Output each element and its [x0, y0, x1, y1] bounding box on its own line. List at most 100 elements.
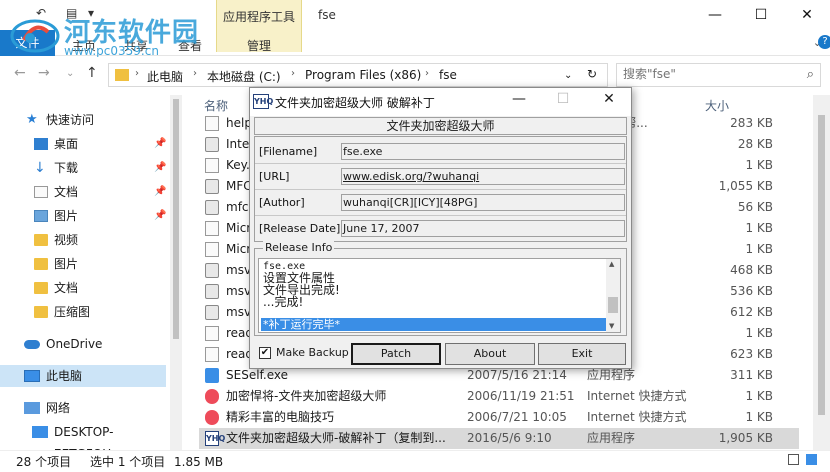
file-size: 1,055 KB	[718, 179, 773, 193]
nav-downloads[interactable]: ↓ 下载 📌	[0, 157, 166, 179]
log-line-selected[interactable]: *补丁运行完毕*	[261, 318, 609, 331]
table-row[interactable]: YHQ 文件夹加密超级大师-破解补丁（复制到... 2016/5/6 9:10 应用程…	[199, 428, 799, 449]
release-date-label: [Release Date]	[259, 222, 341, 235]
scroll-thumb[interactable]	[173, 99, 179, 339]
minimize-button[interactable]: —	[692, 0, 738, 30]
about-button[interactable]: About	[445, 343, 535, 365]
scroll-down-icon[interactable]: ▼	[609, 322, 614, 330]
table-row[interactable]: 加密悍将-文件夹加密超级大师 2006/11/19 21:51 Internet 快…	[199, 386, 799, 407]
refresh-icon[interactable]: ↻	[587, 67, 597, 81]
nav-pictures[interactable]: 图片 📌	[0, 205, 166, 227]
breadcrumb-fse[interactable]: fse	[439, 68, 457, 82]
selected-size: 1.85 MB	[174, 455, 224, 469]
scroll-thumb[interactable]	[818, 115, 825, 415]
context-tab-group-label: 应用程序工具	[222, 10, 295, 24]
file-size: 623 KB	[730, 347, 773, 361]
nav-documents-folder[interactable]: 文档	[0, 277, 166, 299]
dialog-close-button[interactable]: ✕	[594, 91, 624, 107]
nav-desktop-computer[interactable]: DESKTOP-7ETGFQH	[0, 421, 166, 450]
nav-label: DESKTOP-7ETGFQH	[54, 425, 114, 450]
nav-videos[interactable]: 视频	[0, 229, 166, 251]
recent-locations-icon[interactable]: ⌄	[66, 68, 74, 79]
address-dropdown-icon[interactable]: ⌄	[564, 70, 572, 81]
scroll-thumb[interactable]	[608, 297, 618, 313]
file-size: 1,905 KB	[718, 431, 773, 445]
file-name: msv	[226, 284, 252, 298]
nav-quick-access[interactable]: ★ 快速访问	[0, 109, 166, 131]
nav-label: 文档	[54, 185, 79, 199]
forward-icon[interactable]: →	[38, 65, 50, 81]
nav-label: 图片	[54, 209, 79, 223]
address-row: ← → ⌄ ↑ › 此电脑 › 本地磁盘 (C:) › Program File…	[0, 57, 830, 91]
file-size: 1 KB	[745, 158, 773, 172]
network-icon	[24, 402, 40, 414]
status-bar: 28 个项目 选中 1 个项目 1.85 MB	[0, 450, 830, 472]
help-icon[interactable]: ?	[818, 35, 830, 49]
nav-scrollbar[interactable]	[170, 95, 182, 450]
breadcrumb-separator[interactable]: ›	[425, 68, 429, 79]
watermark-logo-icon	[10, 19, 60, 53]
exit-button[interactable]: Exit	[538, 343, 626, 365]
column-header-name[interactable]: 名称	[204, 97, 228, 114]
folder-icon	[115, 69, 129, 81]
patch-button[interactable]: Patch	[351, 343, 441, 365]
nav-label: 压缩图	[54, 305, 91, 319]
url-link[interactable]: www.edisk.org/?wuhanqi	[341, 168, 625, 185]
application-icon	[205, 368, 219, 383]
release-info-log[interactable]: fse.exe 设置文件属性 文件导出完成! ...完成! *补丁运行完毕* ▲…	[258, 258, 621, 333]
breadcrumb-program-files[interactable]: Program Files (x86)	[305, 68, 421, 82]
make-backup-checkbox[interactable]: ✔	[259, 347, 271, 359]
file-size: 1 KB	[745, 242, 773, 256]
pin-icon[interactable]: 📌	[154, 133, 166, 155]
context-tab-group: 应用程序工具 管理	[216, 0, 302, 54]
watermark-url: www.pc0359.cn	[64, 44, 159, 58]
maximize-button[interactable]: ☐	[738, 0, 784, 30]
pin-icon[interactable]: 📌	[154, 205, 166, 227]
pin-icon[interactable]: 📌	[154, 181, 166, 203]
file-name: 加密悍将-文件夹加密超级大师	[226, 389, 387, 403]
log-scrollbar[interactable]: ▲ ▼	[606, 259, 620, 332]
search-box[interactable]: ⌕	[616, 63, 821, 87]
nav-compressed[interactable]: 压缩图	[0, 301, 166, 323]
address-bar[interactable]: › 此电脑 › 本地磁盘 (C:) › Program Files (x86) …	[108, 63, 608, 87]
up-icon[interactable]: ↑	[86, 65, 98, 81]
column-header-size[interactable]: 大小	[705, 97, 729, 114]
search-icon: ⌕	[806, 67, 814, 82]
file-size: 612 KB	[730, 305, 773, 319]
file-date: 2016/5/6 9:10	[467, 431, 552, 445]
search-input[interactable]	[623, 67, 793, 81]
app-logo-icon: YHQ	[253, 94, 273, 109]
close-button[interactable]: ✕	[784, 0, 830, 30]
scroll-up-icon[interactable]: ▲	[609, 260, 614, 268]
table-row[interactable]: 精彩丰富的电脑技巧 2006/7/21 10:05 Internet 快捷方式 1 K…	[199, 407, 799, 428]
release-info-group: Release Info fse.exe 设置文件属性 文件导出完成! ...完…	[254, 241, 627, 336]
nav-label: 网络	[46, 401, 71, 415]
nav-this-pc[interactable]: 此电脑	[0, 365, 166, 387]
file-name: msv	[226, 263, 252, 277]
breadcrumb-separator[interactable]: ›	[193, 68, 197, 79]
breadcrumb-separator[interactable]: ›	[135, 68, 139, 79]
settings-file-icon	[205, 263, 219, 278]
selected-count: 选中 1 个项目	[90, 455, 166, 469]
nav-label: 图片	[54, 257, 79, 271]
nav-network[interactable]: 网络	[0, 397, 166, 419]
nav-desktop[interactable]: 桌面 📌	[0, 133, 166, 155]
make-backup-label[interactable]: Make Backup	[276, 346, 349, 359]
pin-icon[interactable]: 📌	[154, 157, 166, 179]
nav-pictures-folder[interactable]: 图片	[0, 253, 166, 275]
filename-value: fse.exe	[341, 143, 625, 160]
nav-documents[interactable]: 文档 📌	[0, 181, 166, 203]
file-size: 283 KB	[730, 116, 773, 130]
file-name: Key.	[226, 158, 250, 172]
breadcrumb-this-pc[interactable]: 此电脑	[147, 68, 183, 85]
nav-onedrive[interactable]: OneDrive	[0, 333, 166, 355]
dialog-minimize-button[interactable]: —	[504, 91, 534, 107]
large-icons-view-icon[interactable]	[806, 454, 817, 465]
list-scrollbar[interactable]	[813, 95, 830, 450]
breadcrumb-separator[interactable]: ›	[291, 68, 295, 79]
tab-manage[interactable]: 管理	[217, 37, 301, 54]
dialog-titlebar: YHQ 文件夹加密超级大师 破解补丁 — ☐ ✕	[250, 88, 631, 116]
back-icon[interactable]: ←	[14, 65, 26, 81]
breadcrumb-local-disk[interactable]: 本地磁盘 (C:)	[207, 68, 281, 85]
details-view-icon[interactable]	[788, 454, 799, 465]
